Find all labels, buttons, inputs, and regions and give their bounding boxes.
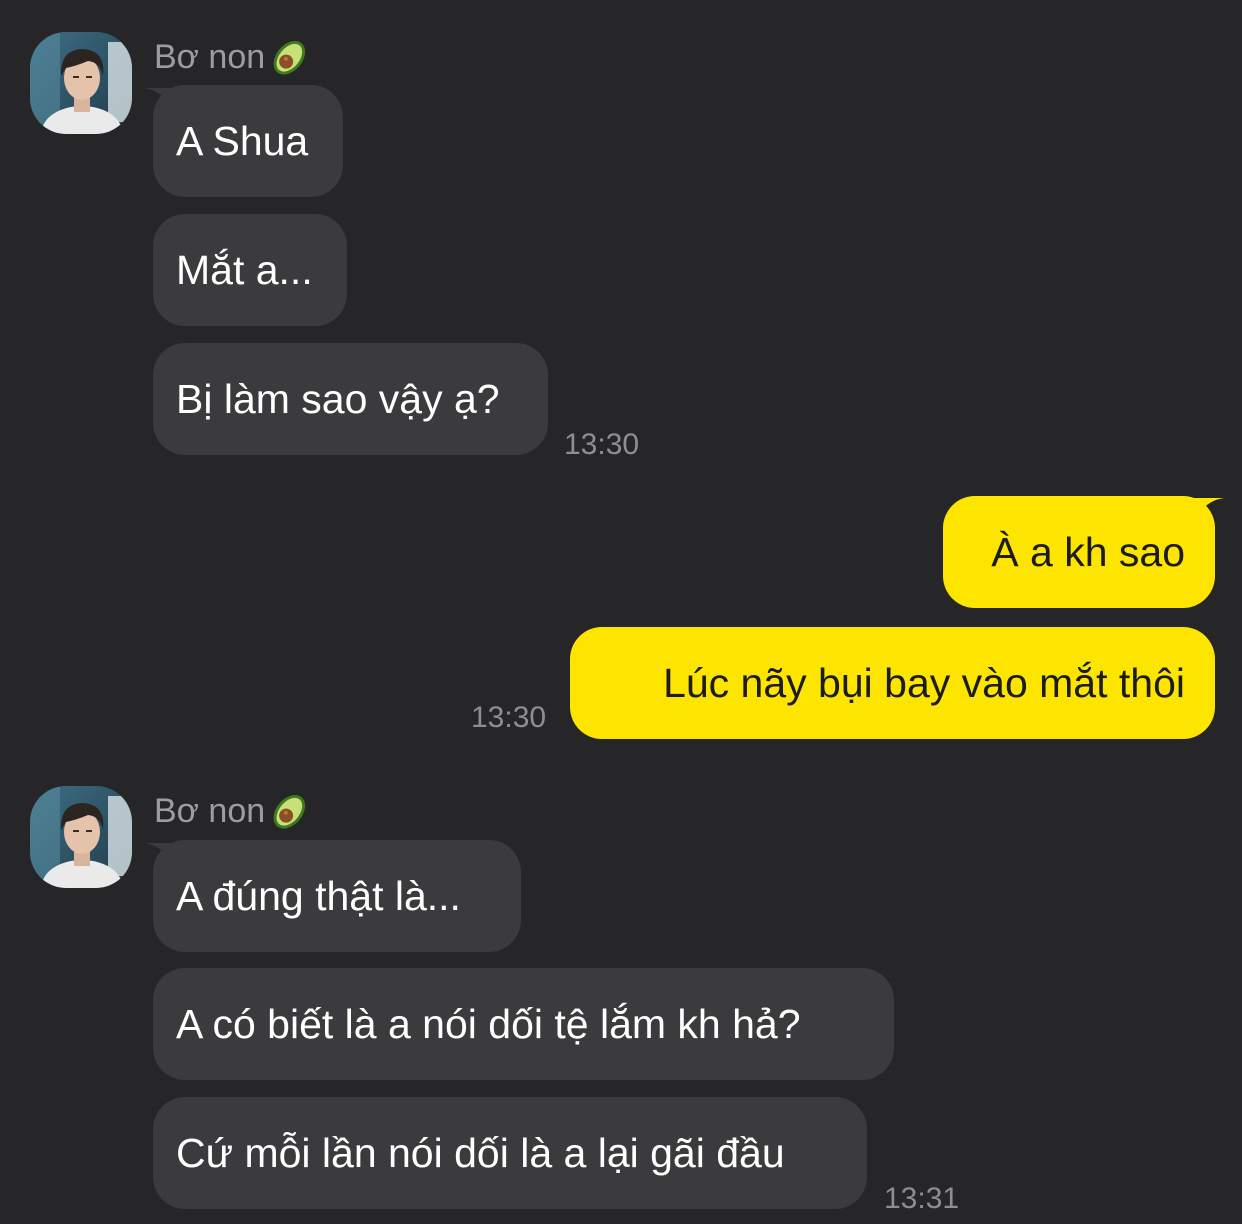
message-bubble[interactable]: À a kh sao — [943, 496, 1215, 608]
message-bubble[interactable]: Cứ mỗi lần nói dối là a lại gãi đầu — [153, 1097, 867, 1209]
sender-name-label: Bơ non — [154, 792, 266, 830]
sender-name: Bơ non — [154, 34, 313, 80]
message-bubble[interactable]: A đúng thật là... — [153, 840, 521, 952]
message-bubble[interactable]: Lúc nãy bụi bay vào mắt thôi — [570, 627, 1215, 739]
sender-name: Bơ non — [154, 788, 313, 834]
message-timestamp: 13:30 — [471, 701, 547, 734]
avocado-icon — [267, 788, 313, 834]
message-timestamp: 13:30 — [564, 428, 640, 461]
sender-avatar[interactable] — [30, 32, 132, 134]
sender-name-label: Bơ non — [154, 38, 266, 76]
message-bubble[interactable]: A Shua — [153, 85, 343, 197]
message-timestamp: 13:31 — [884, 1182, 960, 1215]
message-bubble[interactable]: Bị làm sao vậy ạ? — [153, 343, 548, 455]
message-bubble[interactable]: Mắt a... — [153, 214, 347, 326]
message-bubble[interactable]: A có biết là a nói dối tệ lắm kh hả? — [153, 968, 894, 1080]
avocado-icon — [267, 34, 313, 80]
sender-avatar[interactable] — [30, 786, 132, 888]
